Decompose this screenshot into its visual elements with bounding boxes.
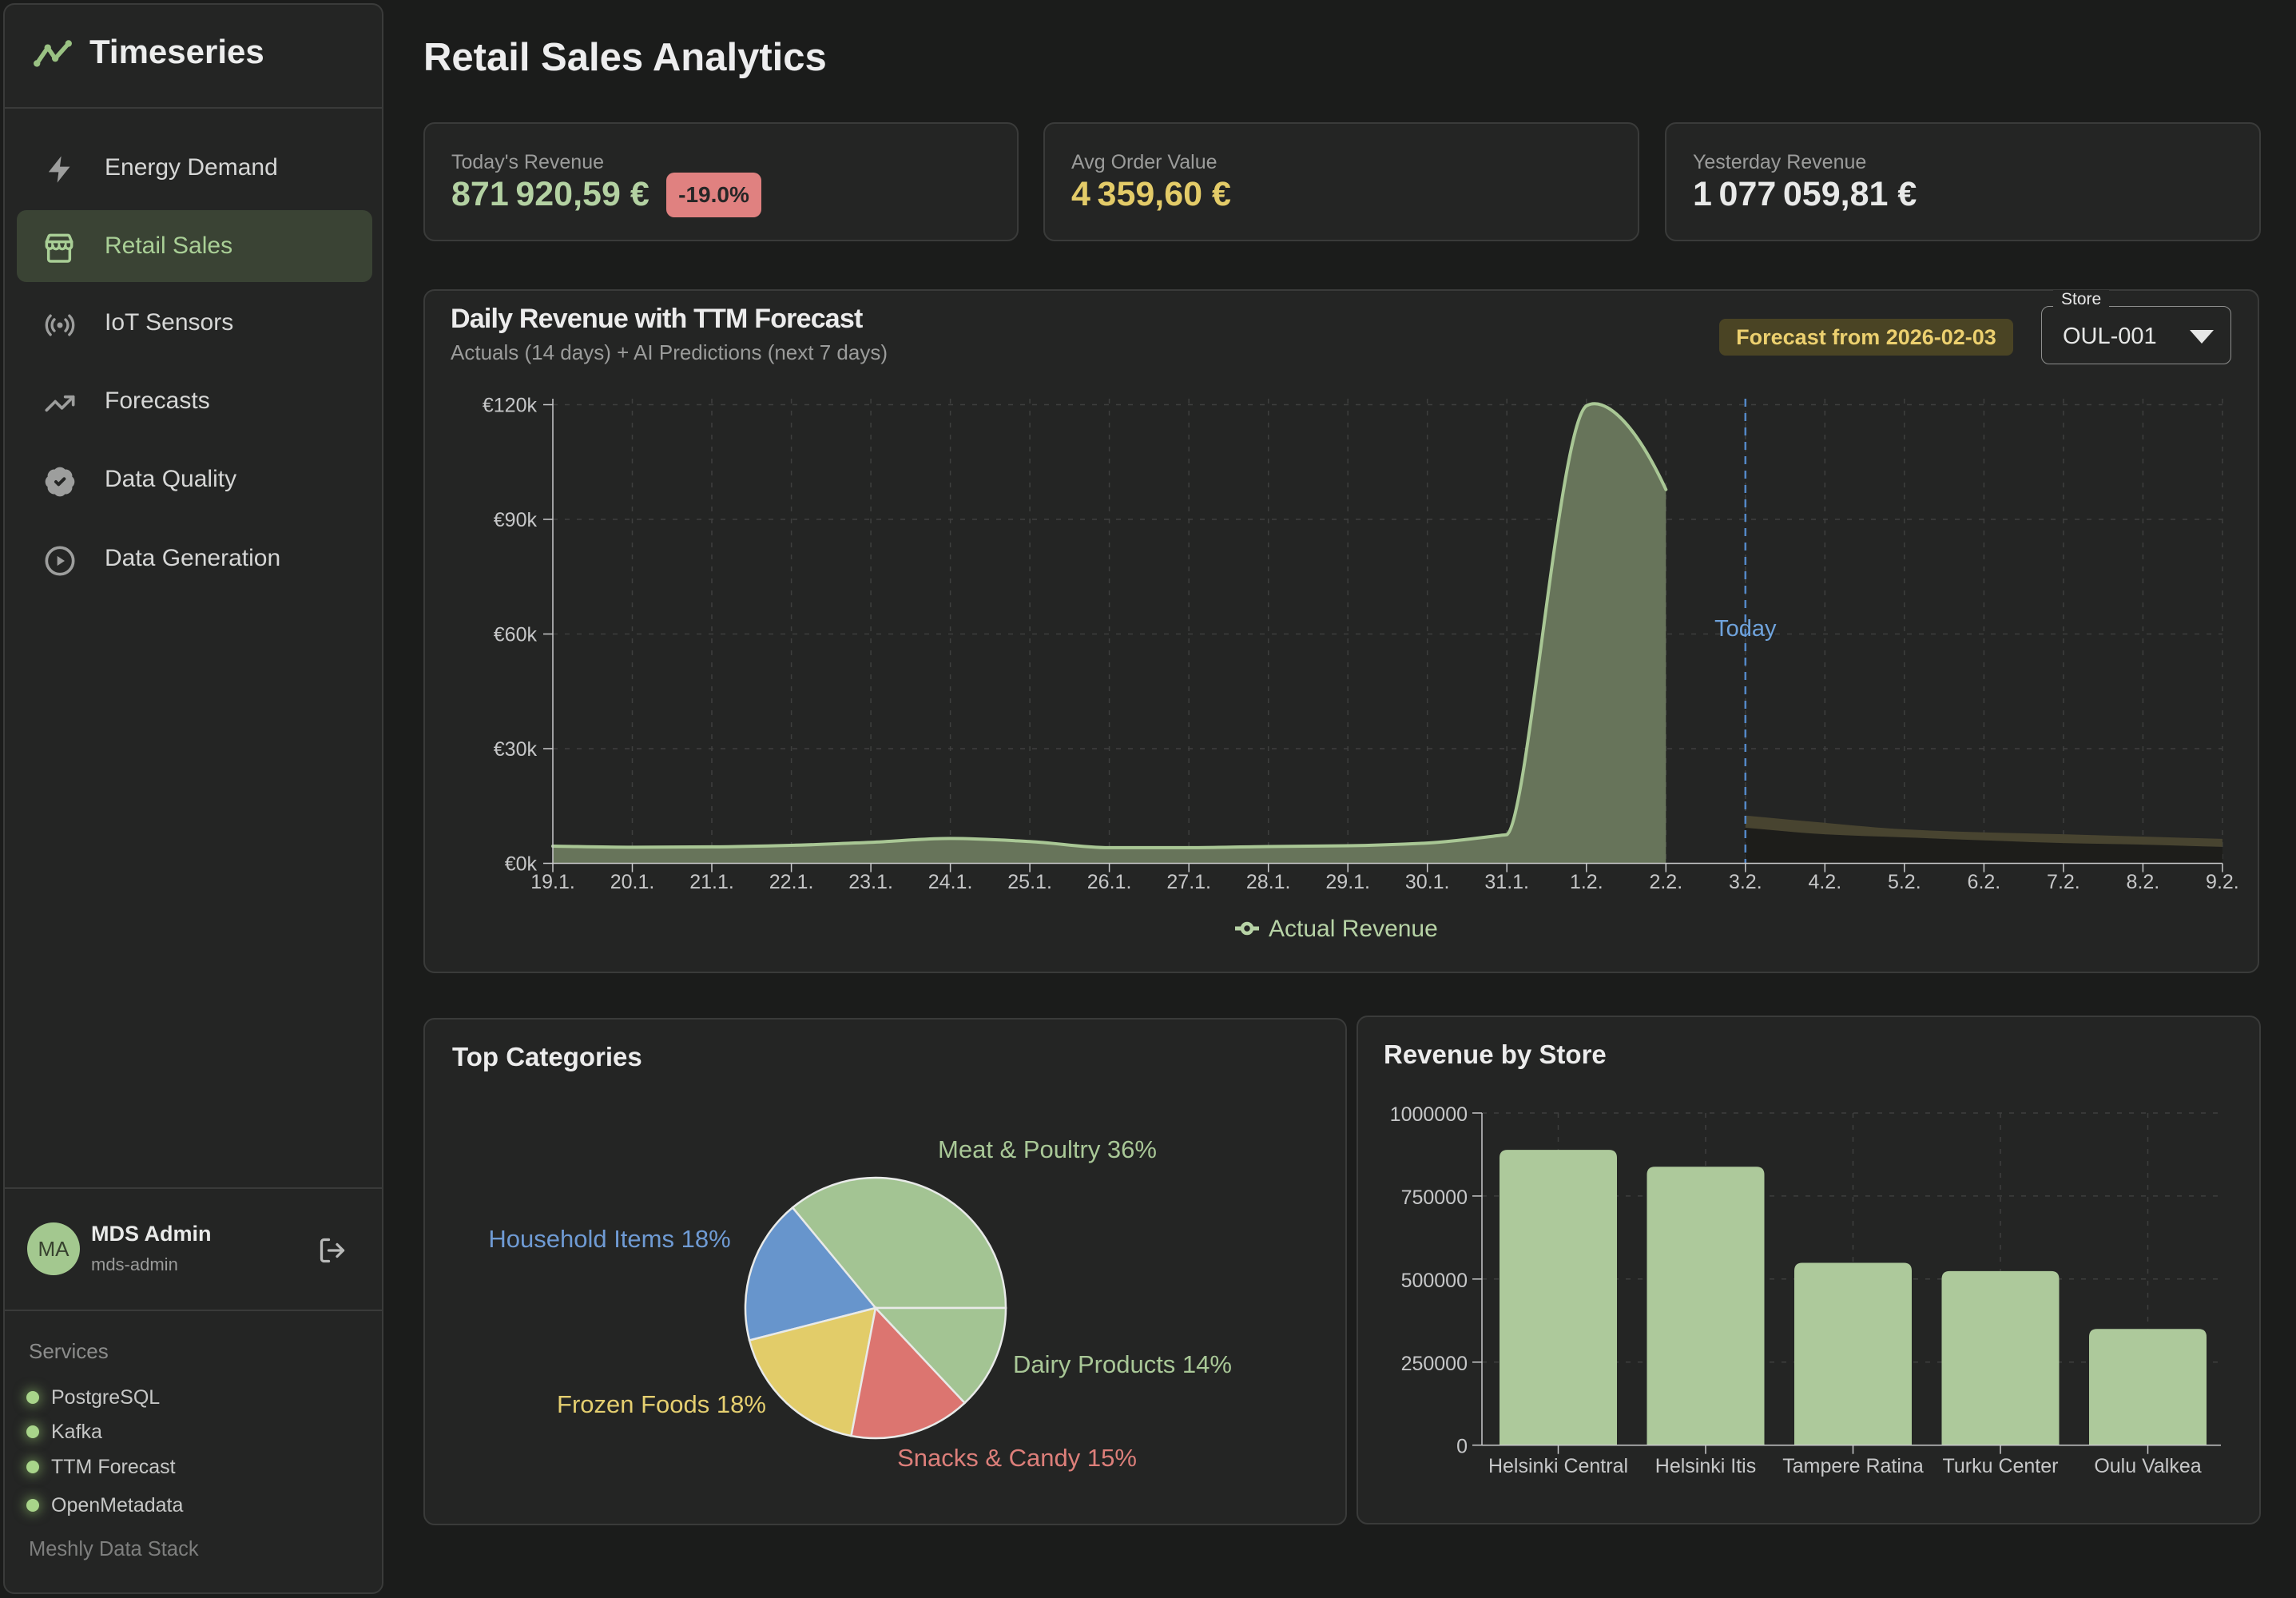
svg-text:Tampere Ratina: Tampere Ratina — [1782, 1455, 1924, 1477]
svg-text:28.1.: 28.1. — [1246, 871, 1291, 893]
svg-text:1.2.: 1.2. — [1570, 871, 1603, 893]
svg-text:Today: Today — [1714, 616, 1777, 642]
svg-text:Helsinki Central: Helsinki Central — [1488, 1455, 1628, 1477]
svg-text:Actual Revenue: Actual Revenue — [1269, 916, 1438, 942]
svg-text:7.2.: 7.2. — [2047, 871, 2080, 893]
svg-text:Turku Center: Turku Center — [1943, 1455, 2059, 1477]
svg-text:Frozen Foods 18%: Frozen Foods 18% — [557, 1390, 766, 1418]
svg-text:€0k: €0k — [505, 853, 538, 876]
svg-text:8.2.: 8.2. — [2127, 871, 2160, 893]
svg-text:30.1.: 30.1. — [1405, 871, 1450, 893]
svg-text:5.2.: 5.2. — [1888, 871, 1921, 893]
svg-text:Snacks & Candy 15%: Snacks & Candy 15% — [897, 1444, 1137, 1472]
svg-text:21.1.: 21.1. — [689, 871, 734, 893]
svg-text:6.2.: 6.2. — [1968, 871, 2001, 893]
svg-text:Dairy Products 14%: Dairy Products 14% — [1013, 1350, 1232, 1378]
svg-text:29.1.: 29.1. — [1325, 871, 1370, 893]
svg-text:19.1.: 19.1. — [530, 871, 575, 893]
svg-text:250000: 250000 — [1401, 1353, 1468, 1375]
svg-text:22.1.: 22.1. — [769, 871, 814, 893]
svg-text:27.1.: 27.1. — [1166, 871, 1211, 893]
svg-text:€30k: €30k — [494, 738, 538, 761]
svg-text:31.1.: 31.1. — [1484, 871, 1529, 893]
svg-text:Meat & Poultry 36%: Meat & Poultry 36% — [938, 1135, 1157, 1163]
svg-text:Household Items 18%: Household Items 18% — [488, 1225, 730, 1253]
svg-text:750000: 750000 — [1401, 1187, 1468, 1209]
svg-text:€60k: €60k — [494, 624, 538, 646]
svg-text:Helsinki Itis: Helsinki Itis — [1655, 1455, 1756, 1477]
svg-text:Oulu Valkea: Oulu Valkea — [2094, 1455, 2201, 1477]
svg-text:2.2.: 2.2. — [1649, 871, 1682, 893]
svg-text:€90k: €90k — [494, 509, 538, 531]
svg-text:1000000: 1000000 — [1390, 1103, 1468, 1126]
svg-text:25.1.: 25.1. — [1007, 871, 1052, 893]
svg-text:9.2.: 9.2. — [2206, 871, 2239, 893]
svg-text:26.1.: 26.1. — [1087, 871, 1132, 893]
svg-text:0: 0 — [1456, 1436, 1468, 1458]
svg-text:3.2.: 3.2. — [1729, 871, 1762, 893]
svg-text:€120k: €120k — [483, 395, 538, 417]
svg-text:4.2.: 4.2. — [1808, 871, 1841, 893]
svg-text:500000: 500000 — [1401, 1270, 1468, 1292]
svg-text:23.1.: 23.1. — [848, 871, 893, 893]
svg-text:20.1.: 20.1. — [610, 871, 655, 893]
svg-text:24.1.: 24.1. — [928, 871, 973, 893]
